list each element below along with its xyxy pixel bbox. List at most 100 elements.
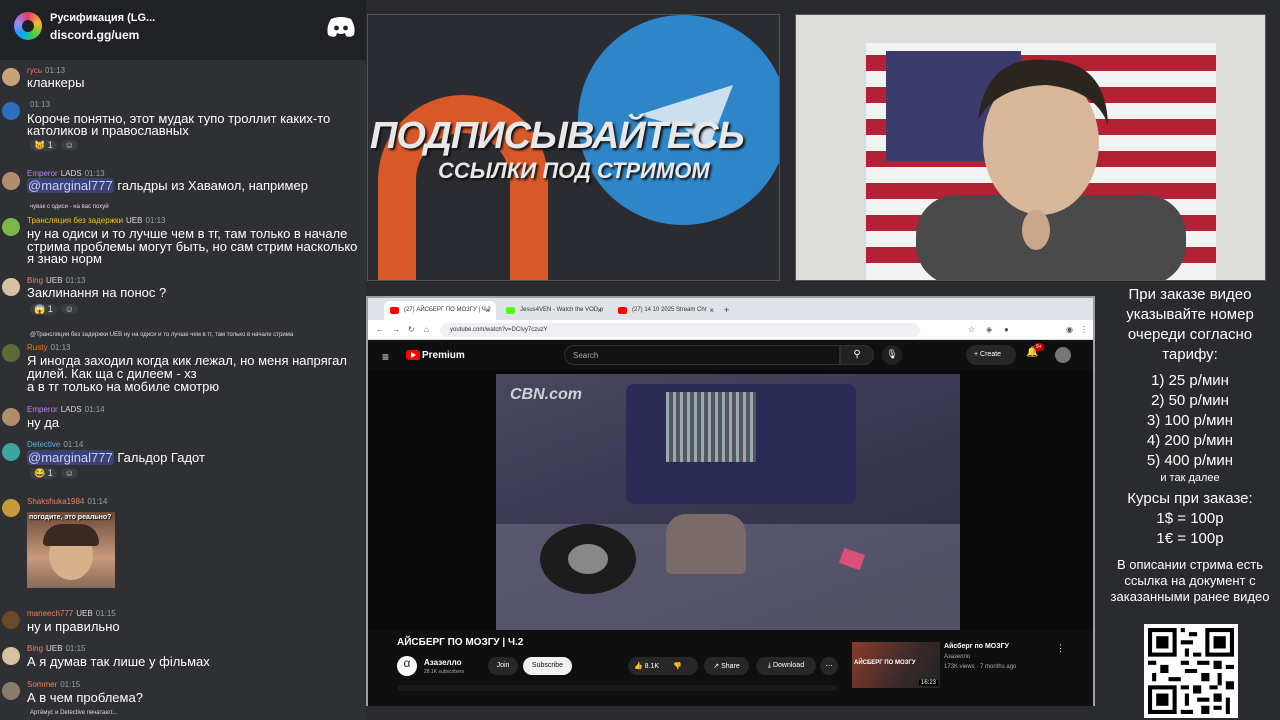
search-input[interactable]: Search [564,345,840,365]
dislike-icon[interactable]: 👎 [673,663,682,670]
extension-icon[interactable]: ◈ [986,325,992,334]
stream-layout: Русификация (LG... discord.gg/uem гусь 01… [0,0,1280,720]
webcam-scene [796,15,1265,280]
create-label: Create [980,351,1002,358]
close-tab-icon[interactable]: × [485,306,490,315]
hamburger-menu-icon[interactable]: ≡ [382,350,389,364]
new-tab-button[interactable]: + [724,301,738,320]
description-note: В описании стрима есть ссылка на докумен… [1110,557,1270,604]
home-icon[interactable]: ⌂ [424,325,429,334]
extension-icon[interactable]: ● [1004,325,1009,334]
reply-preview[interactable]: @Трансляция без задержки UEB ну на одиси… [30,332,293,338]
channel-avatar[interactable]: α [397,656,417,676]
server-invite: discord.gg/uem [50,28,140,42]
like-icon[interactable]: 👍 [634,663,643,670]
reaction-button[interactable]: 😸 1 [30,140,57,151]
tab-vod[interactable]: Jesus4VEN - Watch the VOD o × [500,301,608,320]
add-reaction-icon[interactable]: ☺ [60,468,78,478]
username[interactable]: Sommer [27,680,57,689]
add-reaction-icon[interactable]: ☺ [60,304,78,314]
message-meta: maneech777 UEB 01:15 [27,609,116,618]
username[interactable]: Detective [27,440,60,449]
reply-preview[interactable]: чувак с одиси - на вас похуй [30,204,109,210]
star-icon[interactable]: ☆ [968,325,975,334]
username[interactable]: maneech777 [27,609,73,618]
youtube-logo-icon[interactable] [406,350,420,360]
user-mention[interactable]: @marginal777 [27,178,114,193]
upnext-menu-icon[interactable]: ⋮ [1056,643,1065,654]
order-instructions: При заказе видео указывайте номер очеред… [1126,286,1254,363]
tab-youtube-video[interactable]: (27) АЙСБЕРГ ПО МОЗГУ | Ч.2 × [384,301,496,320]
role-badge: UEB [126,216,143,225]
description-box[interactable] [397,685,837,691]
reaction-count: 1 [47,304,53,314]
upnext-thumbnail[interactable]: АЙСБЕРГ ПО МОЗГУ 16:23 [852,642,940,688]
tariff-item: 4) 200 р/мин [1146,432,1234,449]
join-button[interactable]: Join [488,657,518,675]
share-button[interactable]: ↗ Share [704,657,749,675]
user-avatar [2,611,20,629]
username[interactable]: Bing [27,644,43,653]
banner-headline: ПОДПИСЫВАЙТЕСЬ [370,115,745,157]
user-avatar [2,102,20,120]
close-tab-icon[interactable]: × [709,306,714,315]
download-button[interactable]: ⤓ Download [756,657,816,675]
username[interactable]: Трансляция без задержки [27,216,123,225]
discord-logo-icon [327,17,355,37]
microphone-icon[interactable]: 🎙 [882,345,902,365]
role-badge: UEB [46,644,63,653]
timestamp: 01:13 [45,66,66,75]
reaction-button[interactable]: 😱 1 [30,304,57,315]
username[interactable]: Rusty [27,343,47,352]
username[interactable]: Shakshuka1984 [27,497,84,506]
add-reaction-icon[interactable]: ☺ [60,140,78,150]
create-button[interactable]: + Create [966,345,1016,365]
like-dislike-group: 👍 8.1K 👎 [628,657,698,675]
message-image[interactable]: погодите, это реально? [27,512,115,588]
timestamp: 01:13 [50,343,71,352]
reaction-bar: 😸 1 ☺ [30,140,82,151]
message-content: гальдры из Хавамол, например [117,178,308,193]
channel-name[interactable]: Азазелло [424,658,461,667]
user-avatar [2,682,20,700]
message-meta: 01:13 [27,100,50,109]
reaction-button[interactable]: 😂 1 [30,468,57,479]
notification-badge: 9+ [1034,343,1044,351]
reaction-bar: 😱 1 ☺ [30,304,82,315]
address-bar: ← → ↻ ⌂ youtube.com/watch?v=DCIvy7czuzY … [368,320,1093,340]
url-field[interactable]: youtube.com/watch?v=DCIvy7czuzY [440,323,920,337]
tab-stream[interactable]: (27) 14 10 2025 Stream Chr × [612,301,720,320]
server-icon [14,12,42,40]
reload-icon[interactable]: ↻ [408,325,415,334]
subscriber-count: 28.1K subscribers [424,669,465,675]
username[interactable]: Emperor [27,169,58,178]
back-icon[interactable]: ← [376,325,384,334]
username[interactable]: гусь [27,66,42,75]
typing-indicator: Артёмус и Detective печатают... [30,710,117,716]
menu-icon[interactable]: ⋮ [1080,325,1088,334]
forward-icon[interactable]: → [392,325,400,334]
youtube-brand[interactable]: Premium [422,350,465,361]
tire-shape [540,524,636,594]
more-actions-icon[interactable]: ⋯ [820,657,838,675]
role-badge: LADS [60,405,82,414]
upnext-title[interactable]: Айсберг по МОЗГУ [944,643,1009,650]
username[interactable]: Emperor [27,405,58,414]
subscribe-button[interactable]: Subscribe [523,657,572,675]
message-text: @marginal777 гальдры из Хавамол, наприме… [27,178,308,193]
reaction-count: 1 [47,140,53,150]
upnext-channel[interactable]: Азазелло [944,654,970,660]
video-player[interactable]: CBN.com [368,370,1093,630]
account-avatar[interactable] [1055,347,1071,363]
close-tab-icon[interactable]: × [597,306,602,315]
video-title: АЙСБЕРГ ПО МОЗГУ | Ч.2 [397,637,524,648]
tariff-item: 1) 25 р/мин [1151,372,1229,389]
browser-window: (27) АЙСБЕРГ ПО МОЗГУ | Ч.2 × Jesus4VEN -… [366,296,1095,706]
user-mention[interactable]: @marginal777 [27,450,114,465]
banner-subheadline: ССЫЛКИ ПОД СТРИМОМ [438,158,710,183]
profile-icon[interactable]: ◉ [1066,325,1073,334]
tariff-etc: и так далее [1160,472,1220,484]
search-icon[interactable]: ⚲ [840,345,874,365]
webcam-feed [795,14,1266,281]
username[interactable]: Bing [27,276,43,285]
